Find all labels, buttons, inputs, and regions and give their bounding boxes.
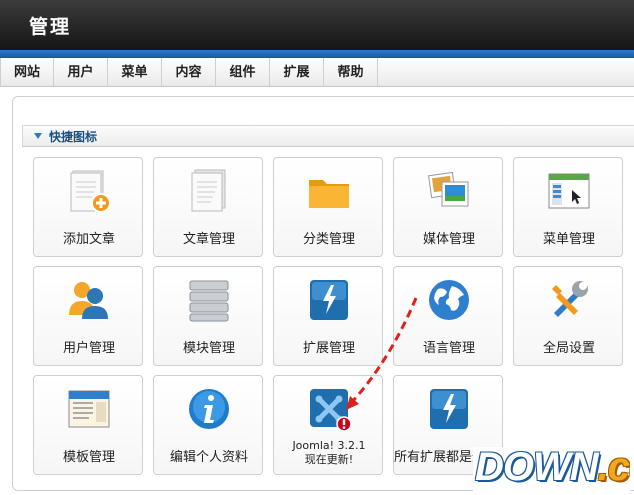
- media-icon: [428, 171, 469, 207]
- page-title: 管理: [29, 16, 72, 38]
- extension-icon: [310, 280, 348, 320]
- tile-label-line1: Joomla! 3.2.1: [292, 439, 366, 452]
- users-icon: [69, 282, 108, 319]
- watermark-logo: DOWN.cc: [473, 447, 630, 491]
- tile-label: 用户管理: [62, 341, 115, 356]
- menu-item-site[interactable]: 网站: [0, 58, 54, 87]
- quick-icons-header[interactable]: 快捷图标: [22, 125, 634, 147]
- tile-label: 全局设置: [542, 341, 595, 356]
- template-icon: [68, 390, 110, 428]
- quick-icon-joomla-update[interactable]: Joomla! 3.2.1 现在更新!: [273, 375, 383, 475]
- menu-item-content[interactable]: 内容: [162, 58, 216, 87]
- admin-header: 管理: [0, 0, 634, 50]
- quick-icon-edit-profile[interactable]: 编辑个人资料: [153, 375, 263, 475]
- menu-item-help[interactable]: 帮助: [324, 58, 378, 87]
- watermark-text: DOWN.cc: [475, 447, 630, 490]
- info-icon: [189, 389, 229, 429]
- tile-label: 模板管理: [62, 450, 115, 465]
- tile-label: 媒体管理: [422, 232, 475, 247]
- globe-icon: [429, 280, 469, 320]
- tile-label: 模块管理: [182, 341, 235, 356]
- main-menu-bar: 网站 用户 菜单 内容 组件 扩展 帮助: [0, 58, 634, 87]
- article-manager-icon: [191, 169, 226, 212]
- quick-icon-media-manager[interactable]: 媒体管理: [393, 157, 503, 257]
- header-accent-bar: [0, 50, 634, 58]
- tools-icon: [552, 281, 588, 317]
- tile-label: 分类管理: [302, 232, 355, 247]
- joomla-update-icon: [310, 389, 352, 432]
- quick-icon-extension-manager[interactable]: 扩展管理: [273, 266, 383, 366]
- quick-icon-template-manager[interactable]: 模板管理: [33, 375, 143, 475]
- quick-icons-title: 快捷图标: [49, 130, 98, 144]
- tile-label-line2: 现在更新!: [304, 453, 354, 466]
- folder-icon: [309, 180, 349, 208]
- watermark-main: DOWN: [475, 447, 599, 489]
- watermark-suffix: .cc: [597, 447, 630, 489]
- menu-manager-icon: [548, 173, 590, 209]
- menu-item-menus[interactable]: 菜单: [108, 58, 162, 87]
- quick-icon-category-manager[interactable]: 分类管理: [273, 157, 383, 257]
- quick-icon-module-manager[interactable]: 模块管理: [153, 266, 263, 366]
- quick-icon-language-manager[interactable]: 语言管理: [393, 266, 503, 366]
- tile-label: 菜单管理: [542, 232, 595, 247]
- quick-icon-user-manager[interactable]: 用户管理: [33, 266, 143, 366]
- quick-icon-menu-manager[interactable]: 菜单管理: [513, 157, 623, 257]
- tile-label: 扩展管理: [302, 341, 355, 356]
- modules-icon: [189, 280, 229, 322]
- quick-icon-global-configuration[interactable]: 全局设置: [513, 266, 623, 366]
- collapse-arrow-icon[interactable]: [34, 133, 42, 139]
- menu-item-extensions[interactable]: 扩展: [270, 58, 324, 87]
- tile-label: 文章管理: [182, 232, 235, 247]
- tile-label: 添加文章: [62, 232, 115, 247]
- extension-update-icon: [430, 389, 468, 429]
- tile-label: 语言管理: [422, 341, 475, 356]
- tile-label: Joomla! 3.2.1 现在更新!: [274, 439, 384, 467]
- quick-icon-add-article[interactable]: 添加文章: [33, 157, 143, 257]
- tile-label: 编辑个人资料: [169, 450, 248, 465]
- quick-icon-article-manager[interactable]: 文章管理: [153, 157, 263, 257]
- menu-item-components[interactable]: 组件: [216, 58, 270, 87]
- menu-item-users[interactable]: 用户: [54, 58, 108, 87]
- add-article-icon: [70, 170, 111, 213]
